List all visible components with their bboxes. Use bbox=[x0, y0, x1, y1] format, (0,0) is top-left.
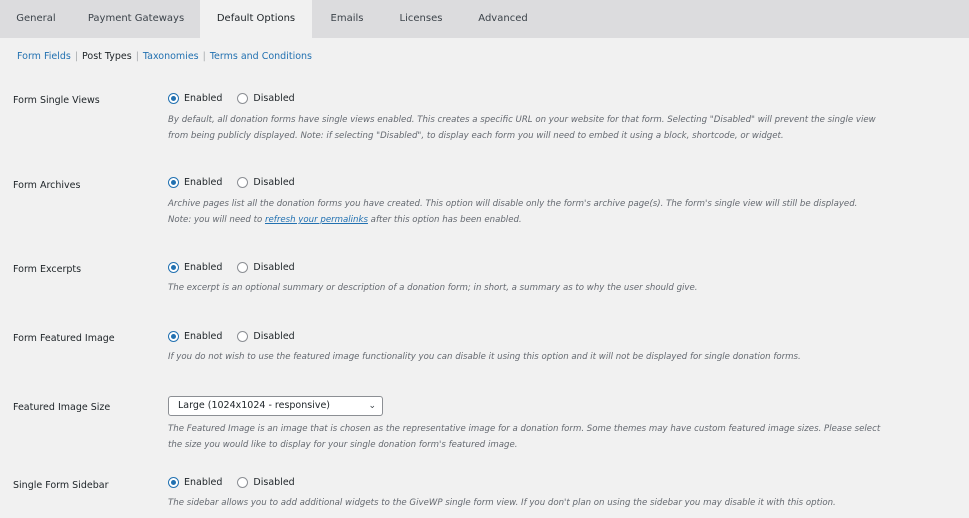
description-line: The Featured Image is an image that is c… bbox=[168, 424, 881, 434]
form-excerpts-description: The excerpt is an optional summary or de… bbox=[168, 280, 918, 296]
subnav-form-fields[interactable]: Form Fields bbox=[17, 51, 71, 62]
description-text: Note: you will need to bbox=[168, 215, 265, 225]
form-single-views-radios: Enabled Disabled bbox=[168, 93, 307, 107]
description-line: The sidebar allows you to add additional… bbox=[168, 498, 836, 508]
tab-payment-gateways[interactable]: Payment Gateways bbox=[72, 0, 200, 38]
form-excerpts-enabled-radio[interactable]: Enabled bbox=[168, 262, 222, 273]
form-excerpts-radios: Enabled Disabled bbox=[168, 262, 307, 276]
single-form-sidebar-enabled-radio[interactable]: Enabled bbox=[168, 477, 222, 488]
description-line: By default, all donation forms have sing… bbox=[168, 115, 876, 125]
form-single-views-disabled-radio[interactable]: Disabled bbox=[237, 93, 295, 104]
radio-label: Enabled bbox=[184, 331, 223, 342]
description-line: Note: you will need to refresh your perm… bbox=[168, 212, 918, 228]
form-featured-image-disabled-radio[interactable]: Disabled bbox=[237, 331, 295, 342]
radio-selected-icon bbox=[168, 331, 179, 342]
single-form-sidebar-label: Single Form Sidebar bbox=[13, 480, 109, 491]
radio-empty-icon bbox=[237, 93, 249, 104]
radio-label: Disabled bbox=[253, 262, 295, 273]
featured-image-size-description: The Featured Image is an image that is c… bbox=[168, 421, 918, 453]
tab-advanced[interactable]: Advanced bbox=[460, 0, 546, 38]
tab-licenses[interactable]: Licenses bbox=[382, 0, 460, 38]
radio-selected-icon bbox=[168, 93, 179, 104]
radio-label: Disabled bbox=[253, 93, 295, 104]
subnav-separator: | bbox=[202, 51, 206, 62]
tab-emails[interactable]: Emails bbox=[312, 0, 382, 38]
single-form-sidebar-radios: Enabled Disabled bbox=[168, 477, 307, 491]
chevron-down-icon: ⌄ bbox=[368, 401, 376, 411]
radio-selected-icon bbox=[168, 177, 179, 188]
form-archives-description: Archive pages list all the donation form… bbox=[168, 196, 918, 228]
radio-empty-icon bbox=[237, 477, 249, 488]
radio-label: Enabled bbox=[184, 477, 223, 488]
form-archives-label: Form Archives bbox=[13, 180, 81, 191]
radio-selected-icon bbox=[168, 262, 179, 273]
tab-general[interactable]: General bbox=[0, 0, 72, 38]
sub-navigation: Form Fields | Post Types | Taxonomies | Terms … bbox=[17, 51, 312, 65]
featured-image-size-label: Featured Image Size bbox=[13, 402, 111, 413]
radio-label: Enabled bbox=[184, 93, 223, 104]
radio-empty-icon bbox=[237, 177, 249, 188]
form-featured-image-description: If you do not wish to use the featured i… bbox=[168, 349, 918, 365]
select-value: Large (1024x1024 - responsive) bbox=[178, 400, 331, 411]
form-single-views-enabled-radio[interactable]: Enabled bbox=[168, 93, 222, 104]
subnav-post-types[interactable]: Post Types bbox=[82, 51, 132, 62]
description-line: If you do not wish to use the featured i… bbox=[168, 352, 801, 362]
form-single-views-label: Form Single Views bbox=[13, 95, 100, 106]
refresh-permalinks-link[interactable]: refresh your permalinks bbox=[265, 215, 368, 225]
radio-label: Disabled bbox=[253, 331, 295, 342]
description-line: from being publicly displayed. Note: if … bbox=[168, 131, 784, 141]
subnav-taxonomies[interactable]: Taxonomies bbox=[143, 51, 199, 62]
settings-tabs: General Payment Gateways Default Options… bbox=[0, 0, 969, 39]
form-featured-image-label: Form Featured Image bbox=[13, 333, 115, 344]
subnav-separator: | bbox=[135, 51, 139, 62]
radio-empty-icon bbox=[237, 331, 249, 342]
single-form-sidebar-description: The sidebar allows you to add additional… bbox=[168, 495, 918, 511]
subnav-separator: | bbox=[74, 51, 79, 62]
form-single-views-description: By default, all donation forms have sing… bbox=[168, 112, 918, 144]
description-text: after this option has been enabled. bbox=[367, 215, 522, 225]
description-line: The excerpt is an optional summary or de… bbox=[168, 283, 698, 293]
radio-label: Disabled bbox=[253, 477, 295, 488]
form-featured-image-enabled-radio[interactable]: Enabled bbox=[168, 331, 222, 342]
tab-default-options[interactable]: Default Options bbox=[200, 0, 312, 39]
radio-label: Disabled bbox=[253, 177, 295, 188]
form-excerpts-label: Form Excerpts bbox=[13, 264, 82, 275]
radio-selected-icon bbox=[168, 477, 179, 488]
radio-empty-icon bbox=[237, 262, 249, 273]
form-archives-disabled-radio[interactable]: Disabled bbox=[237, 177, 295, 188]
form-archives-radios: Enabled Disabled bbox=[168, 177, 307, 191]
subnav-terms-and-conditions[interactable]: Terms and Conditions bbox=[210, 51, 312, 62]
featured-image-size-select[interactable]: Large (1024x1024 - responsive) ⌄ bbox=[168, 396, 383, 416]
radio-label: Enabled bbox=[184, 262, 223, 273]
radio-label: Enabled bbox=[184, 177, 223, 188]
description-line: the size you would like to display for y… bbox=[168, 440, 518, 450]
form-featured-image-radios: Enabled Disabled bbox=[168, 331, 307, 345]
form-archives-enabled-radio[interactable]: Enabled bbox=[168, 177, 222, 188]
single-form-sidebar-disabled-radio[interactable]: Disabled bbox=[237, 477, 295, 488]
form-excerpts-disabled-radio[interactable]: Disabled bbox=[237, 262, 295, 273]
description-line: Archive pages list all the donation form… bbox=[168, 199, 858, 209]
